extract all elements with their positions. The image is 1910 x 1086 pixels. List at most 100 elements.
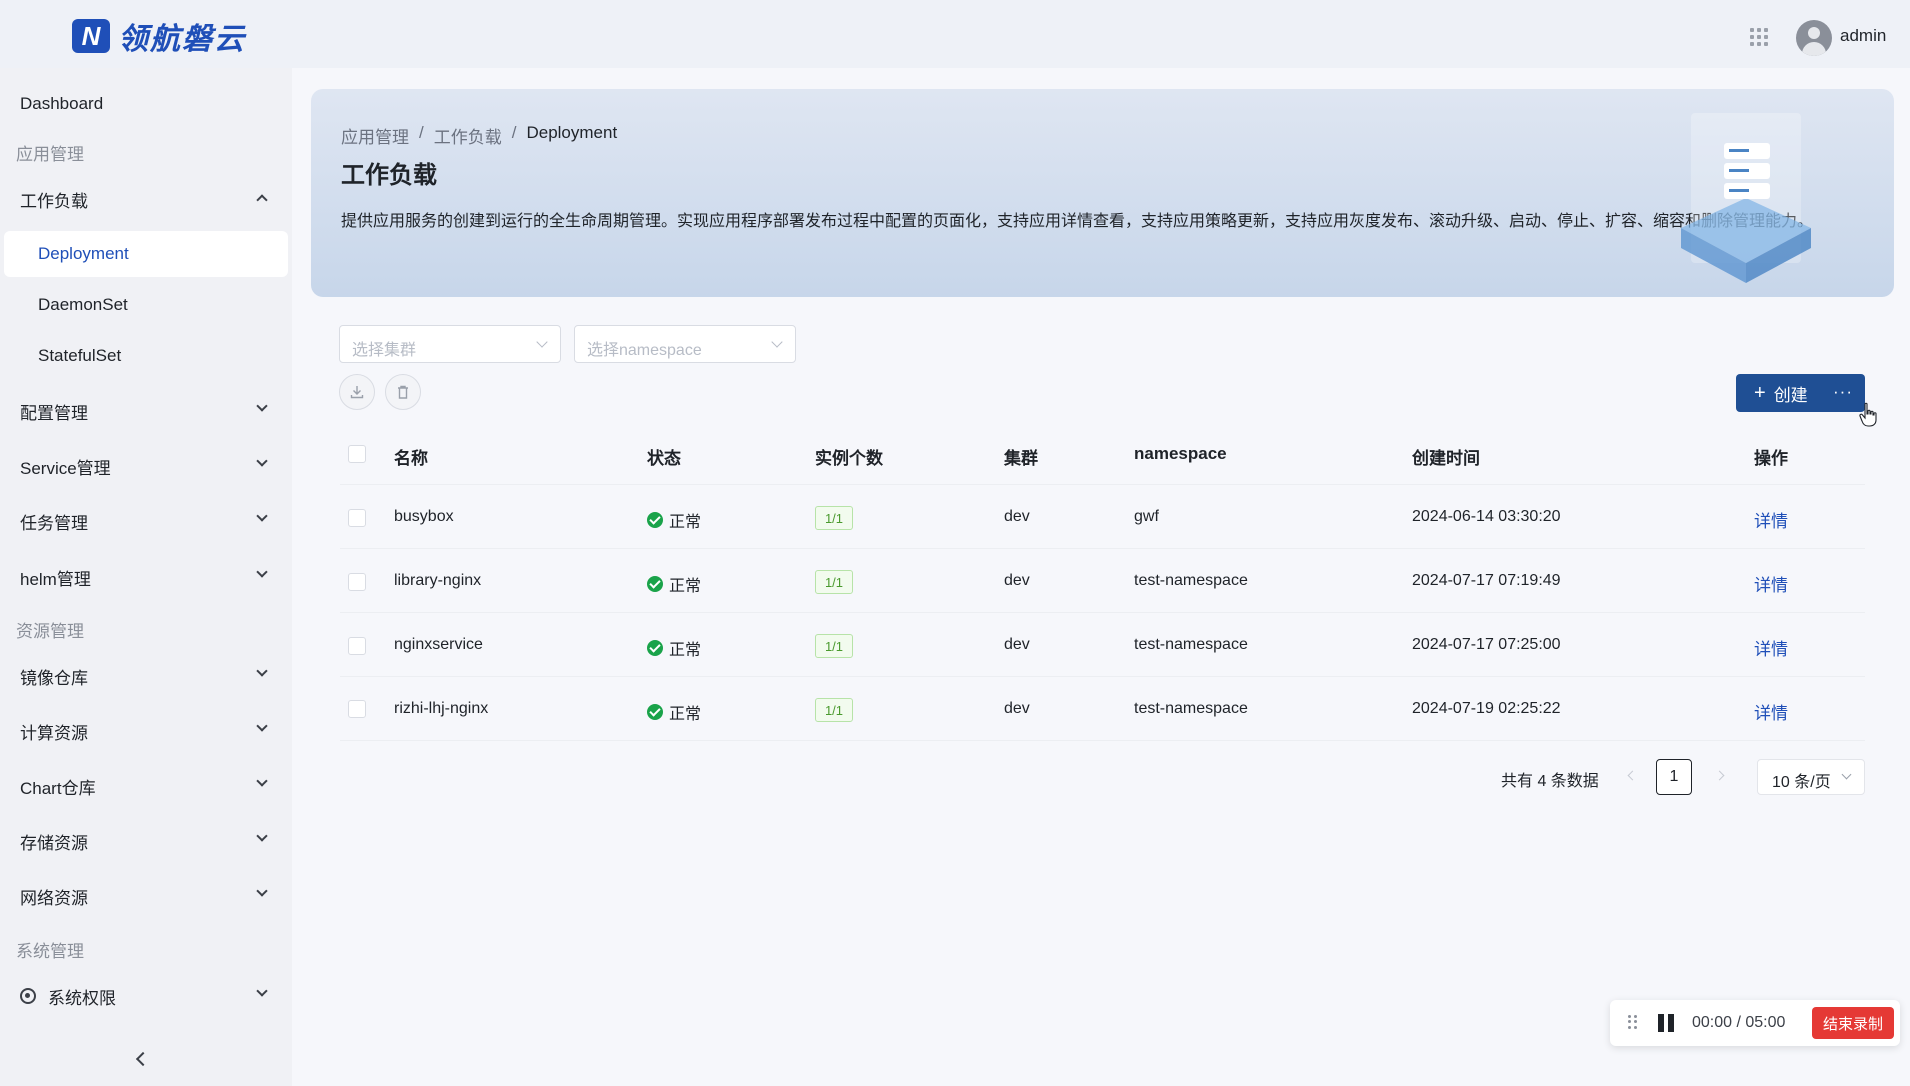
next-page-icon[interactable] — [1714, 770, 1725, 781]
namespace-select[interactable]: 选择namespace — [574, 325, 796, 363]
column-header-namespace: namespace — [1134, 444, 1227, 463]
sidebar-item-deployment[interactable]: Deployment — [4, 231, 288, 277]
cell-namespace: test-namespace — [1134, 572, 1248, 589]
check-circle-icon — [647, 640, 663, 656]
sidebar-item-label: Chart仓库 — [20, 778, 96, 798]
cell-cluster: dev — [1004, 636, 1030, 653]
chevron-down-icon — [256, 720, 268, 732]
pause-icon[interactable] — [1657, 1014, 1675, 1032]
create-button[interactable]: + 创建 ··· — [1736, 374, 1865, 412]
chevron-down-icon — [256, 830, 268, 842]
cell-name: busybox — [394, 508, 454, 525]
cell-namespace: test-namespace — [1134, 636, 1248, 653]
cluster-select-placeholder: 选择集群 — [352, 342, 417, 359]
sidebar-item-system-perm[interactable]: 系统权限 — [0, 973, 292, 1019]
sidebar-item-storage[interactable]: 存储资源 — [0, 818, 292, 864]
namespace-select-placeholder: 选择namespace — [587, 342, 702, 359]
sidebar-item-compute[interactable]: 计算资源 — [0, 708, 292, 754]
page-description: 提供应用服务的创建到运行的全生命周期管理。实现应用程序部署发布过程中配置的页面化… — [341, 213, 1814, 230]
trash-icon — [398, 385, 408, 399]
column-header-name: 名称 — [394, 449, 428, 468]
sidebar-item-label: 计算资源 — [20, 723, 88, 743]
logo[interactable]: N 领航磐云 — [72, 14, 246, 58]
detail-link[interactable]: 详情 — [1754, 507, 1788, 532]
row-checkbox[interactable] — [348, 509, 366, 527]
sidebar-item-config[interactable]: 配置管理 — [0, 388, 292, 434]
sidebar-item-statefulset[interactable]: StatefulSet — [0, 333, 292, 379]
sidebar-item-label: 存储资源 — [20, 833, 88, 853]
sidebar-item-service[interactable]: Service管理 — [0, 443, 292, 489]
sidebar-item-network[interactable]: 网络资源 — [0, 873, 292, 919]
check-circle-icon — [647, 576, 663, 592]
chevron-down-icon — [256, 510, 268, 522]
sidebar-group-system: 系统管理 — [16, 942, 84, 961]
check-circle-icon — [647, 512, 663, 528]
chevron-down-icon — [256, 400, 268, 412]
chevron-down-icon — [771, 336, 783, 348]
breadcrumb-item-workload[interactable]: 工作负载 — [434, 123, 502, 148]
sidebar-item-label: 网络资源 — [20, 888, 88, 908]
replica-badge: 1/1 — [815, 506, 853, 530]
sidebar-item-daemonset[interactable]: DaemonSet — [0, 282, 292, 328]
chevron-down-icon — [256, 985, 268, 997]
cell-cluster: dev — [1004, 700, 1030, 717]
status-text: 正常 — [669, 578, 702, 595]
hand-cursor-icon — [1859, 402, 1877, 427]
cell-namespace: gwf — [1134, 508, 1159, 525]
check-circle-icon — [647, 704, 663, 720]
sidebar-item-label: 镜像仓库 — [20, 668, 88, 688]
chevron-down-icon — [256, 885, 268, 897]
logo-mark: N — [72, 19, 110, 53]
delete-button[interactable] — [385, 374, 421, 410]
breadcrumb-item-app[interactable]: 应用管理 — [341, 123, 409, 148]
prev-page-icon[interactable] — [1627, 770, 1638, 781]
detail-link[interactable]: 详情 — [1754, 571, 1788, 596]
sidebar-item-dashboard[interactable]: Dashboard — [0, 81, 292, 127]
chevron-down-icon — [536, 336, 548, 348]
sidebar-item-helm[interactable]: helm管理 — [0, 554, 292, 600]
grid-icon[interactable] — [1750, 28, 1768, 46]
sidebar-item-label: 任务管理 — [20, 513, 88, 533]
gear-icon — [20, 988, 36, 1004]
download-icon — [350, 386, 364, 399]
status-badge: 正常 — [647, 572, 701, 596]
cell-name: rizhi-lhj-nginx — [394, 700, 489, 717]
row-divider — [340, 548, 1865, 549]
sidebar-item-chart-repo[interactable]: Chart仓库 — [0, 763, 292, 809]
recording-timer: 00:00 / 05:00 — [1692, 1014, 1786, 1031]
cluster-select[interactable]: 选择集群 — [339, 325, 561, 363]
cell-cluster: dev — [1004, 508, 1030, 525]
detail-link[interactable]: 详情 — [1754, 635, 1788, 660]
sidebar-item-label: 配置管理 — [20, 403, 88, 423]
drag-handle-icon[interactable] — [1628, 1015, 1637, 1029]
row-checkbox[interactable] — [348, 573, 366, 591]
stop-recording-button[interactable]: 结束录制 — [1812, 1007, 1894, 1039]
download-button[interactable] — [339, 374, 375, 410]
select-all-checkbox[interactable] — [348, 445, 366, 463]
column-header-actions: 操作 — [1754, 449, 1788, 468]
sidebar-group-resource: 资源管理 — [16, 622, 84, 641]
sidebar-item-workload[interactable]: 工作负载 — [0, 176, 292, 222]
status-text: 正常 — [669, 642, 702, 659]
row-checkbox[interactable] — [348, 637, 366, 655]
row-divider — [340, 612, 1865, 613]
plus-icon: + — [1754, 381, 1766, 404]
avatar[interactable] — [1796, 20, 1832, 56]
column-header-cluster: 集群 — [1004, 449, 1038, 468]
create-button-label: 创建 — [1773, 385, 1808, 405]
more-icon[interactable]: ··· — [1833, 382, 1853, 402]
cell-created: 2024-07-17 07:25:00 — [1412, 636, 1561, 653]
chevron-down-icon — [256, 566, 268, 578]
cell-name: nginxservice — [394, 636, 483, 653]
username[interactable]: admin — [1840, 26, 1886, 46]
sidebar-item-label: 工作负载 — [20, 191, 88, 211]
sidebar-item-image-repo[interactable]: 镜像仓库 — [0, 653, 292, 699]
page-number-current[interactable]: 1 — [1656, 759, 1692, 795]
sidebar-item-task[interactable]: 任务管理 — [0, 498, 292, 544]
row-checkbox[interactable] — [348, 700, 366, 718]
page-size-select[interactable]: 10 条/页 — [1757, 759, 1865, 795]
replica-badge: 1/1 — [815, 634, 853, 658]
cell-cluster: dev — [1004, 572, 1030, 589]
page-banner: 应用管理 / 工作负载 / Deployment 工作负载 提供应用服务的创建到… — [311, 89, 1894, 297]
detail-link[interactable]: 详情 — [1754, 699, 1788, 724]
